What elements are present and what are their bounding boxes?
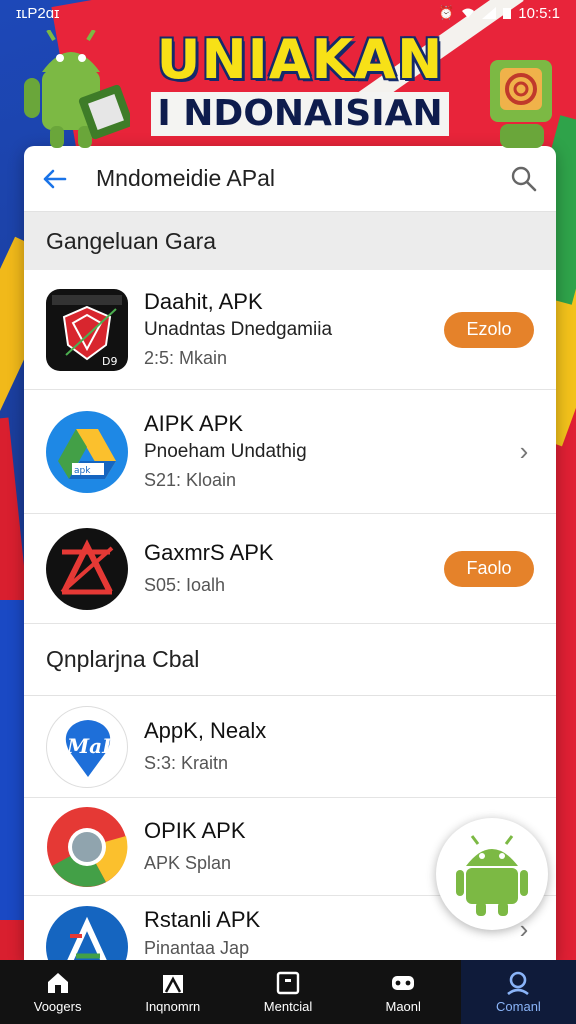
download-button[interactable]: Ezolo — [444, 311, 534, 348]
app-meta: Pinantaa Jap — [144, 938, 250, 958]
list-item[interactable]: GaxmrS APK S05: Ioalh Faolo — [24, 514, 556, 624]
app-title: Daahit, APK — [144, 288, 263, 314]
chevron-right-icon[interactable]: › — [514, 436, 534, 467]
status-left-text: ɪʟP2ɑɪ — [16, 4, 60, 22]
nav-item-search[interactable]: Comanl — [460, 960, 576, 1024]
home-icon — [47, 973, 68, 993]
search-icon — [507, 971, 530, 996]
list-item[interactable]: apk AIPK APK Pnoeham Undathig S21: Kloai… — [24, 390, 556, 514]
nav-item-square[interactable]: Mentcial — [230, 960, 345, 1024]
search-bar: Mndomeidie APal — [24, 146, 556, 212]
android-badge-icon[interactable] — [436, 818, 548, 930]
nav-label: Mentcial — [263, 999, 313, 1014]
search-input[interactable]: Mndomeidie APal — [96, 165, 510, 192]
section-header-first: Gangeluan Gara — [24, 212, 556, 270]
alarm-icon: ⏰ — [438, 5, 455, 20]
nav-label: Comanl — [496, 999, 541, 1014]
app-meta: S:3: Kraitn — [144, 752, 229, 773]
app-meta: 2:5: Mkain — [144, 347, 228, 368]
gamepad-icon — [392, 976, 415, 990]
store-icon — [162, 975, 183, 993]
promo-banner: UNIAKAN I NDONAISIAN — [120, 30, 480, 136]
svg-text:apk: apk — [74, 466, 91, 476]
banner-subtitle: I NDONAISIAN — [151, 92, 449, 136]
shield-icon: D9 — [46, 288, 128, 371]
battery-icon — [503, 7, 512, 19]
search-icon[interactable] — [510, 165, 538, 193]
nav-item-games[interactable]: Maonl — [346, 960, 461, 1024]
app-title: AppK, Nealx — [144, 717, 267, 743]
banner-title: UNIAKAN — [156, 28, 444, 91]
nav-label: Maonl — [385, 999, 421, 1014]
app-meta: S05: Ioalh — [144, 574, 226, 595]
nav-label: Voogers — [33, 999, 82, 1014]
map-pin-icon: MaD — [46, 705, 128, 788]
blue-a-icon — [46, 906, 128, 960]
bottom-navigation: Voogers Inqnomrn Mentcial Maonl Comanl — [0, 960, 576, 1024]
section-header-second: Qnplarjna Cbal — [24, 624, 556, 696]
nav-item-home[interactable]: Voogers — [0, 960, 115, 1024]
app-subtitle: Pnoeham Undathig — [144, 440, 307, 462]
android-mascot-left — [24, 30, 130, 148]
back-arrow-icon[interactable] — [42, 166, 68, 192]
square-icon — [276, 971, 300, 995]
app-subtitle: Unadntas Dnedgamiia — [144, 318, 333, 340]
nav-item-store[interactable]: Inqnomrn — [115, 960, 230, 1024]
app-title: GaxmrS APK — [144, 539, 274, 565]
nav-label: Inqnomrn — [145, 999, 201, 1014]
signal-icon — [482, 7, 497, 19]
app-meta: S21: Kloain — [144, 469, 237, 490]
list-item[interactable]: MaD AppK, Nealx S:3: Kraitn — [24, 696, 556, 798]
wifi-icon — [462, 8, 475, 18]
status-bar: ɪʟP2ɑɪ ⏰ 10:5:1 — [0, 0, 576, 26]
app-title: AIPK APK — [144, 410, 244, 436]
drive-like-icon: apk — [46, 410, 128, 493]
status-time: 10:5:1 — [518, 4, 560, 22]
red-a-icon — [46, 527, 128, 610]
list-item[interactable]: D9 Daahit, APK Unadntas Dnedgamiia 2:5: … — [24, 270, 556, 390]
svg-text:MaD: MaD — [66, 734, 120, 758]
download-button[interactable]: Faolo — [444, 550, 534, 587]
svg-text:D9: D9 — [102, 355, 117, 368]
android-mascot-right — [490, 60, 552, 148]
chrome-like-icon — [46, 806, 128, 888]
